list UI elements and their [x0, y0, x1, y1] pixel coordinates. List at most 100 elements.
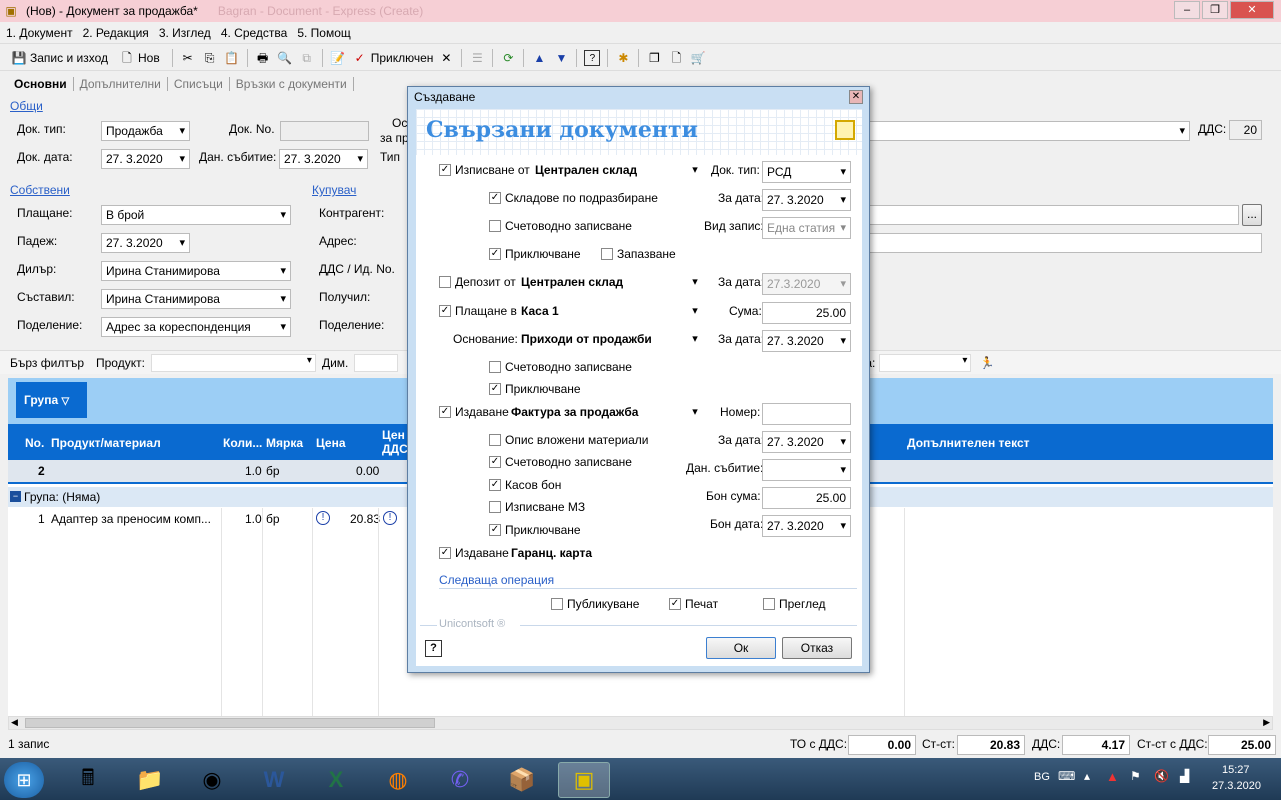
issue-invoice-checkbox[interactable]: ✓: [439, 406, 451, 418]
print-icon[interactable]: 🖶: [255, 50, 271, 66]
col-no[interactable]: No.: [25, 436, 44, 450]
clock-time[interactable]: 15:27: [1222, 764, 1250, 776]
default-stores-checkbox[interactable]: ✓: [489, 192, 501, 204]
save-exit-button[interactable]: 💾 Запис и изход: [8, 50, 108, 66]
tab-lists[interactable]: Списъци: [168, 77, 230, 91]
invoice-dropdown-icon[interactable]: ▾: [687, 404, 703, 420]
dealer-select[interactable]: Ирина Станимирова: [101, 261, 291, 281]
invoice-date-field[interactable]: 27. 3.2020: [762, 431, 851, 453]
payment-checkbox[interactable]: ✓: [439, 305, 451, 317]
accounting-checkbox-2[interactable]: [489, 361, 501, 373]
doc-no-field[interactable]: [280, 121, 369, 141]
paste-icon[interactable]: 📋: [224, 50, 240, 66]
star-icon[interactable]: ✱: [615, 50, 631, 66]
window-icon[interactable]: ❐: [646, 50, 662, 66]
flag-icon[interactable]: ⚑: [1130, 769, 1141, 783]
payment-date-field[interactable]: 27. 3.2020: [762, 330, 851, 352]
arrow-up-icon[interactable]: ▲: [531, 50, 547, 66]
author-select[interactable]: Ирина Станимирова: [101, 289, 291, 309]
close-document-button[interactable]: ✓ Приключен: [349, 50, 434, 66]
new-button[interactable]: 🗋 Нов: [116, 50, 160, 66]
deposit-date-field[interactable]: 27.3.2020: [762, 273, 851, 295]
collapse-icon[interactable]: −: [10, 491, 21, 502]
receipt-date-field[interactable]: 27. 3.2020: [762, 515, 851, 537]
filter-run-icon[interactable]: 🏃: [979, 355, 995, 371]
payment-dropdown-icon[interactable]: ▾: [687, 303, 703, 319]
doc-type-select[interactable]: РСД: [762, 161, 851, 183]
receipt-sum-field[interactable]: 25.00: [762, 487, 851, 509]
saving-checkbox[interactable]: [601, 248, 613, 260]
doc-type-select[interactable]: Продажба: [101, 121, 190, 141]
group-button[interactable]: Група ▽: [16, 382, 87, 418]
calculator-icon[interactable]: 🖩: [62, 762, 114, 798]
minimize-icon[interactable]: –: [1174, 1, 1200, 19]
viber-icon[interactable]: ✆: [434, 762, 486, 798]
menu-help[interactable]: 5. Помощ: [297, 26, 350, 40]
scroll-right-icon[interactable]: ▶: [1263, 717, 1270, 728]
menu-view[interactable]: 3. Изглед: [159, 26, 211, 40]
print-checkbox[interactable]: ✓: [669, 598, 681, 610]
dim-filter-input[interactable]: [354, 353, 399, 372]
tray-chevron-icon[interactable]: ▴: [1084, 769, 1090, 783]
basis-select[interactable]: [868, 121, 1190, 141]
number-field[interactable]: [762, 403, 851, 425]
issue-date-field[interactable]: 27. 3.2020: [762, 189, 851, 211]
start-button[interactable]: ⊞: [4, 762, 44, 798]
closing-checkbox-1[interactable]: ✓: [489, 248, 501, 260]
col-price-vat[interactable]: Цен ДДС: [382, 428, 408, 456]
accounting-checkbox-1[interactable]: [489, 220, 501, 232]
division-select[interactable]: Адрес за кореспонденция: [101, 317, 291, 337]
deposit-checkbox[interactable]: [439, 276, 451, 288]
page-icon[interactable]: 🗋: [668, 50, 684, 66]
sum-field[interactable]: 25.00: [762, 302, 851, 324]
arrow-down-icon[interactable]: ▼: [553, 50, 569, 66]
invoice-tax-event-field[interactable]: [762, 459, 851, 481]
col-product[interactable]: Продукт/материал: [51, 436, 161, 450]
counterparty-field[interactable]: [868, 205, 1239, 225]
due-date-field[interactable]: 27. 3.2020: [101, 233, 190, 253]
product-filter-input[interactable]: ▾: [150, 353, 316, 372]
chrome-icon[interactable]: ◉: [186, 762, 238, 798]
col-qty[interactable]: Коли...: [223, 436, 262, 450]
issue-from-dropdown-icon[interactable]: ▾: [687, 162, 703, 178]
scrollbar-thumb[interactable]: [25, 718, 435, 728]
basis-dropdown-icon[interactable]: ▾: [687, 331, 703, 347]
cancel-icon[interactable]: ✕: [438, 50, 454, 66]
packages-icon[interactable]: 📦: [496, 762, 548, 798]
menu-tools[interactable]: 4. Средства: [221, 26, 288, 40]
cancel-button[interactable]: Отказ: [782, 637, 852, 659]
warranty-checkbox[interactable]: ✓: [439, 547, 451, 559]
keyboard-icon[interactable]: ⌨: [1058, 769, 1075, 783]
excel-icon[interactable]: X: [310, 762, 362, 798]
counterparty-browse-button[interactable]: ...: [1242, 204, 1262, 226]
closing-checkbox-2[interactable]: ✓: [489, 383, 501, 395]
copy-icon[interactable]: ⎘: [202, 50, 218, 66]
tab-additional[interactable]: Допълнителни: [74, 77, 168, 91]
cash-receipt-checkbox[interactable]: ✓: [489, 479, 501, 491]
col-unit[interactable]: Мярка: [266, 436, 303, 450]
print-preview-icon[interactable]: 🔍: [277, 50, 293, 66]
col-extra-text[interactable]: Допълнителен текст: [907, 436, 1030, 450]
col-price[interactable]: Цена: [316, 436, 346, 450]
issue-mz-checkbox[interactable]: [489, 501, 501, 513]
network-icon[interactable]: ▟: [1180, 769, 1189, 783]
refresh-icon[interactable]: ⟳: [500, 50, 516, 66]
scroll-left-icon[interactable]: ◀: [11, 717, 18, 728]
close-icon[interactable]: ✕: [1230, 1, 1274, 19]
edit-document-icon[interactable]: 📝: [330, 50, 346, 66]
dialog-close-icon[interactable]: ✕: [849, 90, 863, 104]
clock-date[interactable]: 27.3.2020: [1212, 780, 1261, 792]
antivirus-icon[interactable]: ▲: [1106, 769, 1119, 784]
filter-a-input[interactable]: ▾: [879, 353, 972, 372]
preview-checkbox[interactable]: [763, 598, 775, 610]
ok-button[interactable]: Ок: [706, 637, 776, 659]
horizontal-scrollbar[interactable]: ◀ ▶: [8, 716, 1273, 730]
tax-event-field[interactable]: 27. 3.2020: [279, 149, 368, 169]
vat-rate-field[interactable]: 20: [1229, 120, 1262, 140]
unicontsoft-taskbar-icon[interactable]: ▣: [558, 762, 610, 798]
firefox-icon[interactable]: ◍: [372, 762, 424, 798]
copies-icon[interactable]: ⧉: [299, 50, 315, 66]
record-type-select[interactable]: Една статия: [762, 217, 851, 239]
list-icon[interactable]: ☰: [469, 50, 485, 66]
menu-edit[interactable]: 2. Редакция: [83, 26, 149, 40]
